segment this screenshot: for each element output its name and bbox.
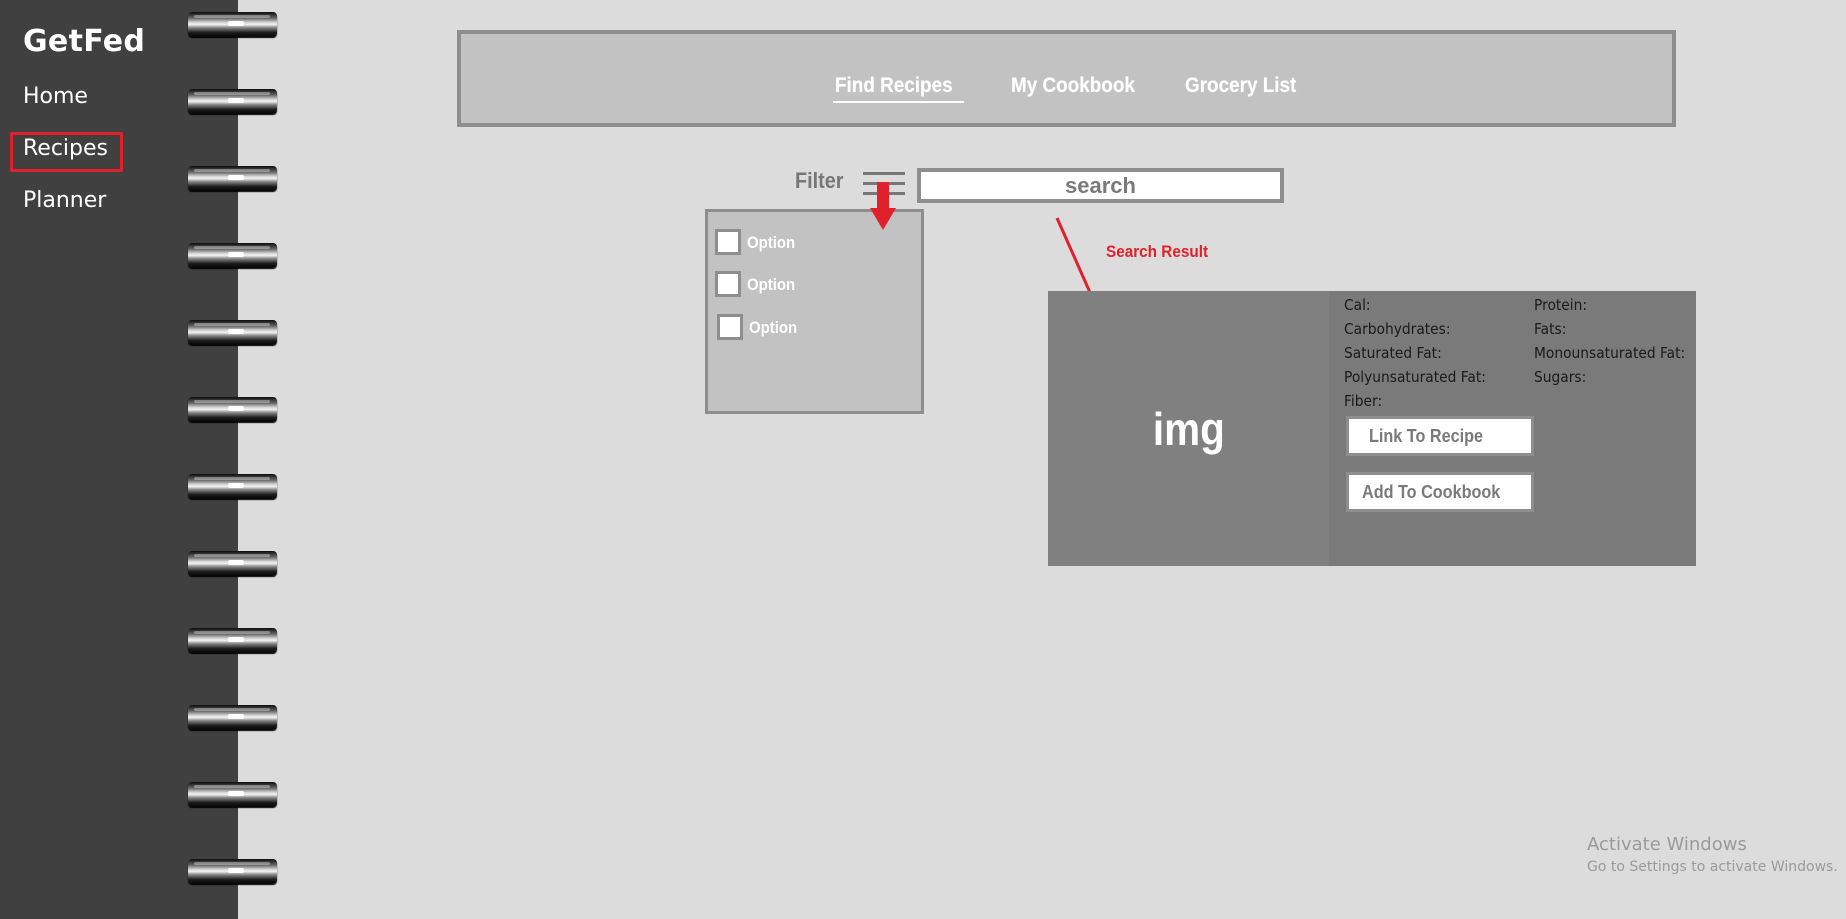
spiral-ring — [188, 859, 277, 884]
spiral-ring — [188, 89, 277, 114]
filter-dropdown-panel: Option Option Option — [705, 209, 924, 414]
spiral-ring — [188, 397, 277, 422]
spiral-ring — [188, 243, 277, 268]
sidebar-item-recipes[interactable]: Recipes — [23, 136, 108, 161]
spiral-ring — [188, 705, 277, 730]
spiral-ring — [188, 628, 277, 653]
option-label: Option — [747, 275, 796, 294]
tab-my-cookbook[interactable]: My Cookbook — [1011, 74, 1135, 98]
nutrition-protein: Protein: — [1534, 296, 1588, 314]
app-logo[interactable]: GetFed — [23, 24, 145, 59]
link-to-recipe-label: Link To Recipe — [1369, 426, 1484, 446]
search-result-annotation: Search Result — [1106, 242, 1209, 261]
add-to-cookbook-button[interactable]: Add To Cookbook — [1346, 472, 1534, 512]
search-result-card: img Cal: Carbohydrates: Saturated Fat: P… — [1048, 291, 1696, 566]
option-label: Option — [747, 233, 796, 252]
nutrition-cal: Cal: — [1344, 296, 1371, 314]
nutrition-polyunsaturated-fat: Polyunsaturated Fat: — [1344, 368, 1486, 386]
tab-grocery-list[interactable]: Grocery List — [1185, 74, 1296, 98]
spiral-ring — [188, 320, 277, 345]
recipe-image-placeholder[interactable]: img — [1048, 291, 1329, 566]
filter-lines-icon[interactable] — [863, 172, 905, 196]
link-to-recipe-button[interactable]: Link To Recipe — [1346, 416, 1534, 456]
nutrition-fiber: Fiber: — [1344, 392, 1383, 410]
option-label: Option — [749, 318, 798, 337]
spiral-ring — [188, 166, 277, 191]
nutrition-fats: Fats: — [1534, 320, 1567, 338]
spiral-ring — [188, 12, 277, 37]
option-checkbox[interactable] — [717, 314, 743, 340]
spiral-ring — [188, 782, 277, 807]
search-input[interactable]: search — [917, 168, 1284, 203]
nutrition-sugars: Sugars: — [1534, 368, 1587, 386]
spiral-ring — [188, 551, 277, 576]
sidebar-item-home[interactable]: Home — [23, 84, 88, 109]
sidebar-item-planner[interactable]: Planner — [23, 188, 106, 213]
activation-watermark-subtitle: Go to Settings to activate Windows. — [1587, 859, 1838, 875]
nutrition-carbohydrates: Carbohydrates: — [1344, 320, 1451, 338]
nutrition-panel: Cal: Carbohydrates: Saturated Fat: Polyu… — [1329, 291, 1696, 566]
activation-watermark-title: Activate Windows — [1587, 834, 1747, 855]
nutrition-saturated-fat: Saturated Fat: — [1344, 344, 1442, 362]
tab-find-recipes[interactable]: Find Recipes — [835, 74, 953, 98]
top-navigation: Find Recipes My Cookbook Grocery List — [457, 30, 1676, 127]
add-to-cookbook-label: Add To Cookbook — [1362, 482, 1501, 502]
active-tab-underline — [833, 101, 964, 103]
option-checkbox[interactable] — [715, 271, 741, 297]
nutrition-monounsaturated-fat: Monounsaturated Fat: — [1534, 344, 1686, 362]
spiral-ring — [188, 474, 277, 499]
filter-label: Filter — [795, 168, 844, 193]
image-placeholder-text: img — [1152, 402, 1225, 455]
option-checkbox[interactable] — [715, 229, 741, 255]
